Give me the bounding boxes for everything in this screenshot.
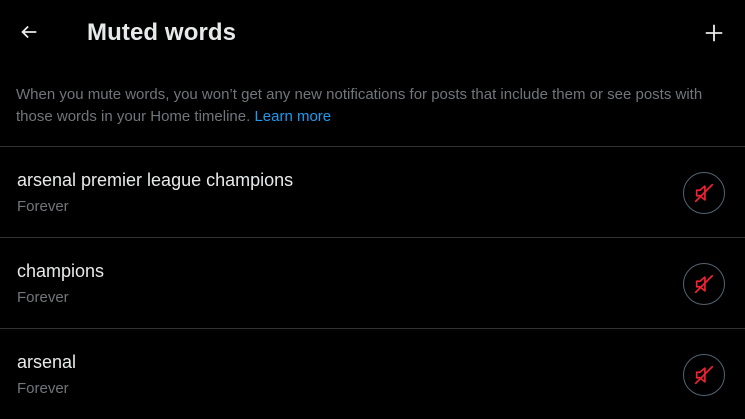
speaker-muted-icon <box>694 365 714 385</box>
back-button[interactable] <box>10 13 48 51</box>
muted-word-duration: Forever <box>17 289 69 306</box>
muted-word-text: champions <box>17 261 105 281</box>
unmute-word-button[interactable] <box>683 263 725 305</box>
unmute-word-button[interactable] <box>683 172 725 214</box>
unmute-word-button[interactable] <box>683 354 725 396</box>
add-muted-word-button[interactable] <box>695 14 733 52</box>
muted-words-description: When you mute words, you won’t get any n… <box>16 84 728 128</box>
speaker-muted-icon <box>694 274 714 294</box>
muted-word-duration: Forever <box>17 380 69 397</box>
muted-word-duration: Forever <box>17 198 69 215</box>
page-header: Muted words <box>0 0 745 66</box>
description-text: When you mute words, you won’t get any n… <box>16 86 703 125</box>
muted-word-row[interactable]: arsenal premier league champions Forever <box>0 147 745 237</box>
muted-word-text: arsenal <box>17 352 77 372</box>
speaker-muted-icon <box>694 183 714 203</box>
page-title: Muted words <box>87 19 237 46</box>
muted-word-text: arsenal premier league champions <box>17 170 294 190</box>
muted-word-row[interactable]: champions Forever <box>0 238 745 328</box>
plus-icon <box>705 24 723 42</box>
muted-word-row[interactable]: arsenal Forever <box>0 329 745 419</box>
learn-more-link[interactable]: Learn more <box>254 108 331 125</box>
arrow-left-icon <box>21 25 37 39</box>
